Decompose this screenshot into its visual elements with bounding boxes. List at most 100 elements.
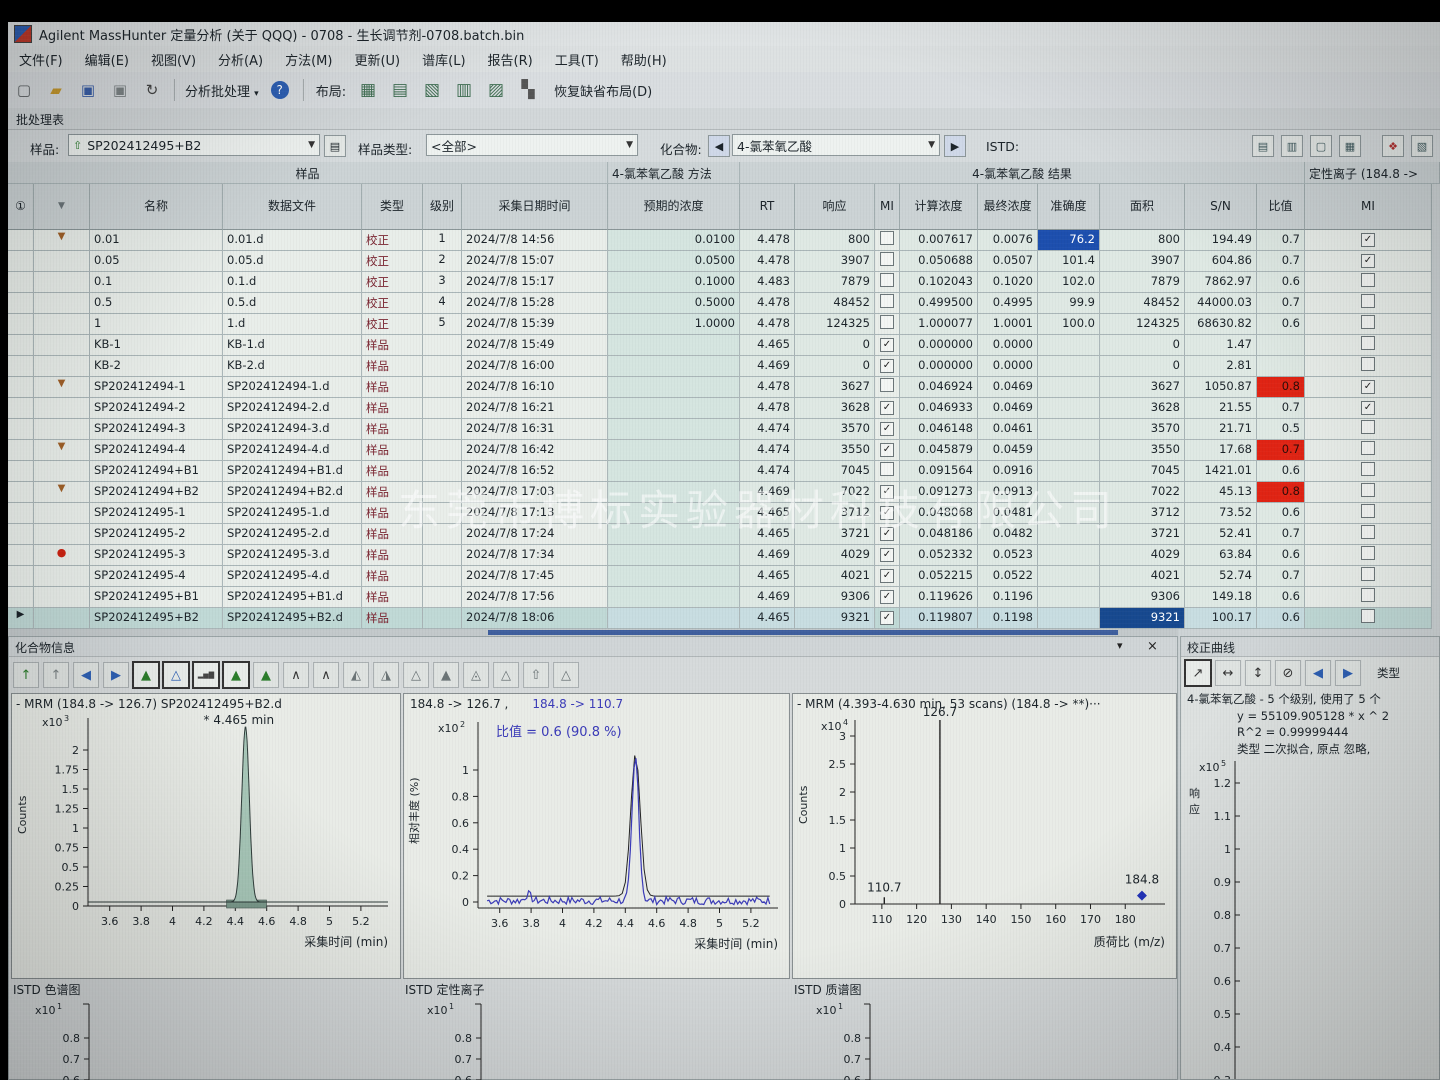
mi-checkbox[interactable]: ✓ [880,401,894,415]
save-icon[interactable]: ▣ [75,77,101,103]
scale-fit-icon[interactable]: △ [553,662,579,688]
mi-qualifier-checkbox[interactable] [1361,441,1375,455]
sample-select[interactable]: ⇧ SP202412495+B2▼ [68,134,320,156]
layout-5-icon[interactable]: ▨ [483,77,509,103]
mi-checkbox[interactable] [880,252,894,266]
sample-type-select[interactable]: <全部>▼ [426,134,638,156]
mi-checkbox[interactable] [880,294,894,308]
spectrum-bars-view-icon[interactable]: ▂▅▇ [192,661,220,689]
table-row[interactable]: SP202412495-1SP202412495-1.d样品2024/7/8 1… [8,503,1432,524]
mi-checkbox[interactable] [880,231,894,245]
restore-layout-button[interactable]: 恢复缺省布局(D) [544,81,662,100]
column-header-10[interactable]: 最终浓度 [978,184,1038,230]
compound-select[interactable]: 4-氯苯氧乙酸▼ [732,134,940,156]
menu-item-7[interactable]: 报告(R) [477,50,544,69]
move-up-icon[interactable]: ↑ [13,662,39,688]
layout-tile-icon[interactable]: ▚ [515,77,541,103]
table-row[interactable]: ▶SP202412495+B2SP202412495+B2.d样品2024/7/… [8,608,1432,629]
mi-checkbox[interactable]: ✓ [880,569,894,583]
menu-item-5[interactable]: 更新(U) [343,50,411,69]
h-zoom-icon[interactable]: ↔ [1215,660,1241,686]
prev-curve-icon[interactable]: ◀ [1305,660,1331,686]
mi-qualifier-checkbox[interactable]: ✓ [1361,401,1375,415]
mi-qualifier-checkbox[interactable] [1361,546,1375,560]
mi-checkbox[interactable] [880,378,894,392]
mi-checkbox[interactable] [880,273,894,287]
sample-goto-button[interactable]: ▤ [324,135,346,157]
table-row[interactable]: 0.50.5.d校正42024/7/8 15:280.50004.4784845… [8,293,1432,314]
layout-2-icon[interactable]: ▤ [387,77,413,103]
overlay-peak-5-icon[interactable]: ◬ [463,662,489,688]
column-header-7[interactable]: 响应 [795,184,875,230]
mi-qualifier-checkbox[interactable] [1361,420,1375,434]
table-row[interactable]: SP202412494-3SP202412494-3.d样品2024/7/8 1… [8,419,1432,440]
next-curve-icon[interactable]: ▶ [1335,660,1361,686]
collapse-panel-icon[interactable]: ▾ [1117,639,1123,652]
column-header-9[interactable]: 计算浓度 [900,184,978,230]
single-peak-icon[interactable]: ▲ [253,662,279,688]
pane-top-icon[interactable]: ▤ [1252,135,1274,157]
table-horizontal-scrollbar[interactable] [8,629,1178,636]
help-icon[interactable]: ? [271,81,289,99]
overlay-peak-6-icon[interactable]: △ [493,662,519,688]
table-row[interactable]: SP202412494-2SP202412494-2.d样品2024/7/8 1… [8,398,1432,419]
menu-item-1[interactable]: 编辑(E) [74,50,140,69]
mi-qualifier-checkbox[interactable] [1361,588,1375,602]
scale-lock-icon[interactable]: ⇧ [523,662,549,688]
table-row[interactable]: ▼SP202412494-4SP202412494-4.d样品2024/7/8 … [8,440,1432,461]
pane-single-icon[interactable]: ▢ [1310,135,1332,157]
table-row[interactable]: 11.d校正52024/7/8 15:391.00004.4781243251.… [8,314,1432,335]
column-header-4[interactable]: 采集日期时间 [462,184,608,230]
table-row[interactable]: SP202412495-2SP202412495-2.d样品2024/7/8 1… [8,524,1432,545]
column-header-14[interactable]: 比值 [1257,184,1305,230]
mi-qualifier-checkbox[interactable] [1361,357,1375,371]
mi-checkbox[interactable]: ✓ [880,590,894,604]
mi-checkbox[interactable]: ✓ [880,611,894,625]
menu-item-4[interactable]: 方法(M) [274,50,343,69]
chromatogram-view-icon[interactable]: ▲ [132,661,160,689]
table-row[interactable]: ▼SP202412494+B2SP202412494+B2.d样品2024/7/… [8,482,1432,503]
column-header-11[interactable]: 准确度 [1038,184,1100,230]
prev-compound-icon[interactable]: ◀ [73,662,99,688]
no-zoom-icon[interactable]: ⊘ [1275,660,1301,686]
next-compound-icon[interactable]: ▶ [103,662,129,688]
layout-4-icon[interactable]: ▥ [451,77,477,103]
mi-qualifier-checkbox[interactable] [1361,567,1375,581]
mi-checkbox[interactable]: ✓ [880,443,894,457]
mi-checkbox[interactable]: ✓ [880,359,894,373]
compound-next-button[interactable]: ▶ [944,135,966,157]
menu-item-0[interactable]: 文件(F) [8,50,74,69]
column-header-2[interactable]: 类型 [362,184,423,230]
mi-checkbox[interactable]: ✓ [880,548,894,562]
mi-qualifier-checkbox[interactable]: ✓ [1361,254,1375,268]
mi-qualifier-checkbox[interactable] [1361,273,1375,287]
overlay-peak-3-icon[interactable]: △ [403,662,429,688]
column-header-12[interactable]: 面积 [1100,184,1185,230]
mi-qualifier-checkbox[interactable]: ✓ [1361,380,1375,394]
column-header-15[interactable]: MI [1305,184,1432,230]
narrow-peak-icon[interactable]: ∧ [313,662,339,688]
menu-item-6[interactable]: 谱库(L) [411,50,476,69]
mi-qualifier-checkbox[interactable] [1361,294,1375,308]
overlay-peak-1-icon[interactable]: ◭ [343,662,369,688]
mi-checkbox[interactable]: ✓ [880,506,894,520]
open-folder-icon[interactable]: ▰ [43,77,69,103]
table-row[interactable]: KB-2KB-2.d样品2024/7/8 16:004.4690✓0.00000… [8,356,1432,377]
new-file-icon[interactable]: ▢ [11,77,37,103]
mi-checkbox[interactable]: ✓ [880,485,894,499]
layout-3-icon[interactable]: ▧ [419,77,445,103]
mi-qualifier-checkbox[interactable] [1361,504,1375,518]
compound-color-icon[interactable]: ❖ [1382,135,1404,157]
table-row[interactable]: SP202412495-4SP202412495-4.d样品2024/7/8 1… [8,566,1432,587]
mi-checkbox[interactable]: ✓ [880,422,894,436]
mi-qualifier-checkbox[interactable] [1361,315,1375,329]
column-header-0[interactable]: 名称 [90,184,223,230]
mi-qualifier-checkbox[interactable] [1361,609,1375,623]
v-zoom-icon[interactable]: ↕ [1245,660,1271,686]
menu-item-9[interactable]: 帮助(H) [610,50,678,69]
table-row[interactable]: ●SP202412495-3SP202412495-3.d样品2024/7/8 … [8,545,1432,566]
mi-checkbox[interactable] [880,315,894,329]
overlay-peak-4-icon[interactable]: ▲ [433,662,459,688]
mi-qualifier-checkbox[interactable] [1361,462,1375,476]
table-row[interactable]: 0.050.05.d校正22024/7/8 15:070.05004.47839… [8,251,1432,272]
